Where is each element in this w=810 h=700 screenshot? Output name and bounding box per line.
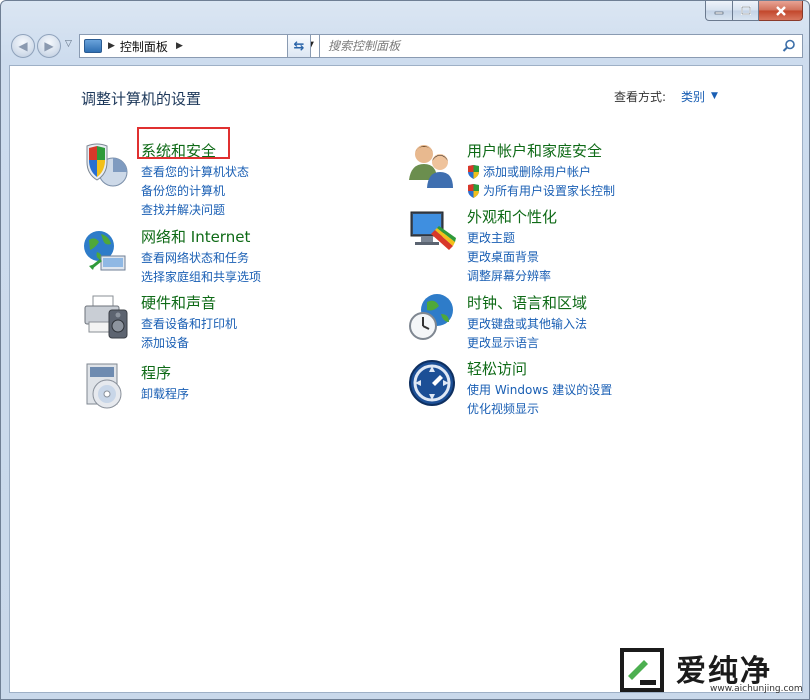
- users-icon[interactable]: [407, 140, 457, 190]
- view-by-label: 查看方式:: [614, 90, 667, 104]
- main-content: 调整计算机的设置 查看方式: 类别 ▼ 系统和安全 查看您的计算机状态 备份您的…: [9, 65, 803, 693]
- link-uninstall-program[interactable]: 卸载程序: [141, 384, 189, 403]
- caption-buttons: [705, 1, 803, 21]
- category-title-network-internet[interactable]: 网络和 Internet: [141, 226, 250, 247]
- link-text[interactable]: 为所有用户设置家长控制: [483, 182, 615, 199]
- link-add-device[interactable]: 添加设备: [141, 333, 237, 352]
- highlight-box: [137, 127, 230, 159]
- category-ease-of-access: 轻松访问 使用 Windows 建议的设置 优化视频显示: [407, 358, 707, 418]
- address-bar[interactable]: ▶ 控制面板 ▶ ▼: [79, 34, 321, 58]
- refresh-button[interactable]: ⇆: [287, 34, 311, 58]
- link-view-devices-printers[interactable]: 查看设备和打印机: [141, 314, 237, 333]
- link-find-fix-problems[interactable]: 查找并解决问题: [141, 200, 249, 219]
- back-button[interactable]: ◀: [11, 34, 35, 58]
- breadcrumb-control-panel[interactable]: 控制面板: [120, 38, 168, 55]
- breadcrumb-separator-icon[interactable]: ▶: [176, 41, 183, 51]
- category-hardware-sound: 硬件和声音 查看设备和打印机 添加设备: [81, 292, 381, 352]
- network-globe-icon[interactable]: [81, 226, 131, 276]
- printer-speaker-icon[interactable]: [81, 292, 131, 342]
- monitor-paint-icon[interactable]: [407, 206, 457, 256]
- breadcrumb-separator-icon[interactable]: ▶: [108, 41, 115, 51]
- category-programs: 程序 卸载程序: [81, 362, 381, 412]
- recent-pages-dropdown[interactable]: ▽: [65, 39, 72, 49]
- arrow-right-icon: ▶: [44, 39, 54, 53]
- close-button[interactable]: [759, 1, 803, 21]
- category-title-appearance[interactable]: 外观和个性化: [467, 206, 557, 227]
- link-change-desktop-background[interactable]: 更改桌面背景: [467, 247, 551, 266]
- category-title-ease-of-access[interactable]: 轻松访问: [467, 358, 527, 379]
- category-links: 查看设备和打印机 添加设备: [141, 314, 237, 352]
- category-title-user-accounts[interactable]: 用户帐户和家庭安全: [467, 140, 602, 161]
- minimize-icon: [714, 11, 724, 14]
- link-change-theme[interactable]: 更改主题: [467, 228, 551, 247]
- category-links: 更改键盘或其他输入法 更改显示语言: [467, 314, 587, 352]
- uac-shield-icon: [468, 183, 479, 198]
- category-title-programs[interactable]: 程序: [141, 362, 171, 383]
- category-appearance: 外观和个性化 更改主题 更改桌面背景 调整屏幕分辨率: [407, 206, 707, 283]
- clock-globe-icon[interactable]: [407, 292, 457, 342]
- navigation-bar: ◀ ▶ ▽ ▶ 控制面板 ▶ ▼ ⇆: [9, 31, 803, 61]
- close-icon: [775, 5, 786, 16]
- link-change-display-language[interactable]: 更改显示语言: [467, 333, 587, 352]
- category-links: 更改主题 更改桌面背景 调整屏幕分辨率: [467, 228, 551, 285]
- uac-shield-icon: [468, 164, 479, 179]
- brand-logo-icon: [620, 648, 664, 692]
- category-network-internet: 网络和 Internet 查看网络状态和任务 选择家庭组和共享选项: [81, 226, 381, 286]
- category-title-hardware-sound[interactable]: 硬件和声音: [141, 292, 216, 313]
- link-adjust-resolution[interactable]: 调整屏幕分辨率: [467, 266, 551, 285]
- link-optimize-video-display[interactable]: 优化视频显示: [467, 399, 612, 418]
- maximize-button[interactable]: [733, 1, 759, 21]
- link-view-network-status[interactable]: 查看网络状态和任务: [141, 248, 261, 267]
- minimize-button[interactable]: [705, 1, 733, 21]
- link-backup-computer[interactable]: 备份您的计算机: [141, 181, 249, 200]
- link-add-remove-users[interactable]: 添加或删除用户帐户: [467, 162, 615, 181]
- search-input[interactable]: [328, 39, 768, 53]
- ease-of-access-icon[interactable]: [407, 358, 457, 408]
- link-windows-suggested-settings[interactable]: 使用 Windows 建议的设置: [467, 380, 612, 399]
- category-clock-language-region: 时钟、语言和区域 更改键盘或其他输入法 更改显示语言: [407, 292, 707, 352]
- search-box: [319, 34, 803, 58]
- category-title-clock-language-region[interactable]: 时钟、语言和区域: [467, 292, 587, 313]
- link-view-computer-status[interactable]: 查看您的计算机状态: [141, 162, 249, 181]
- dropdown-caret-icon[interactable]: ▼: [711, 91, 718, 101]
- category-links: 查看您的计算机状态 备份您的计算机 查找并解决问题: [141, 162, 249, 219]
- category-system-security: 系统和安全 查看您的计算机状态 备份您的计算机 查找并解决问题: [81, 140, 381, 220]
- brand-url: www.aichunjing.com: [710, 684, 803, 694]
- link-text[interactable]: 添加或删除用户帐户: [483, 163, 591, 180]
- control-panel-icon: [84, 39, 102, 53]
- category-links: 使用 Windows 建议的设置 优化视频显示: [467, 380, 612, 418]
- arrow-left-icon: ◀: [18, 39, 28, 53]
- maximize-icon: [740, 6, 751, 15]
- link-homegroup-sharing[interactable]: 选择家庭组和共享选项: [141, 267, 261, 286]
- search-icon[interactable]: [782, 39, 796, 53]
- link-change-keyboard-input[interactable]: 更改键盘或其他输入法: [467, 314, 587, 333]
- refresh-icon: ⇆: [293, 38, 305, 54]
- control-panel-window: ◀ ▶ ▽ ▶ 控制面板 ▶ ▼ ⇆ 调整计算机的设置 查看方式: 类别 ▼: [0, 0, 810, 700]
- programs-disc-icon[interactable]: [81, 362, 131, 412]
- category-links: 卸载程序: [141, 384, 189, 403]
- watermark: 爱纯净 www.aichunjing.com: [618, 646, 803, 696]
- shield-security-icon[interactable]: [81, 140, 131, 190]
- category-links: 查看网络状态和任务 选择家庭组和共享选项: [141, 248, 261, 286]
- forward-button[interactable]: ▶: [37, 34, 61, 58]
- page-title: 调整计算机的设置: [81, 90, 202, 108]
- view-by-dropdown[interactable]: 类别: [681, 88, 705, 105]
- category-links: 添加或删除用户帐户 为所有用户设置家长控制: [467, 162, 615, 200]
- link-parental-controls[interactable]: 为所有用户设置家长控制: [467, 181, 615, 200]
- category-user-accounts: 用户帐户和家庭安全 添加或删除用户帐户 为所有用户设置家长控制: [407, 140, 707, 200]
